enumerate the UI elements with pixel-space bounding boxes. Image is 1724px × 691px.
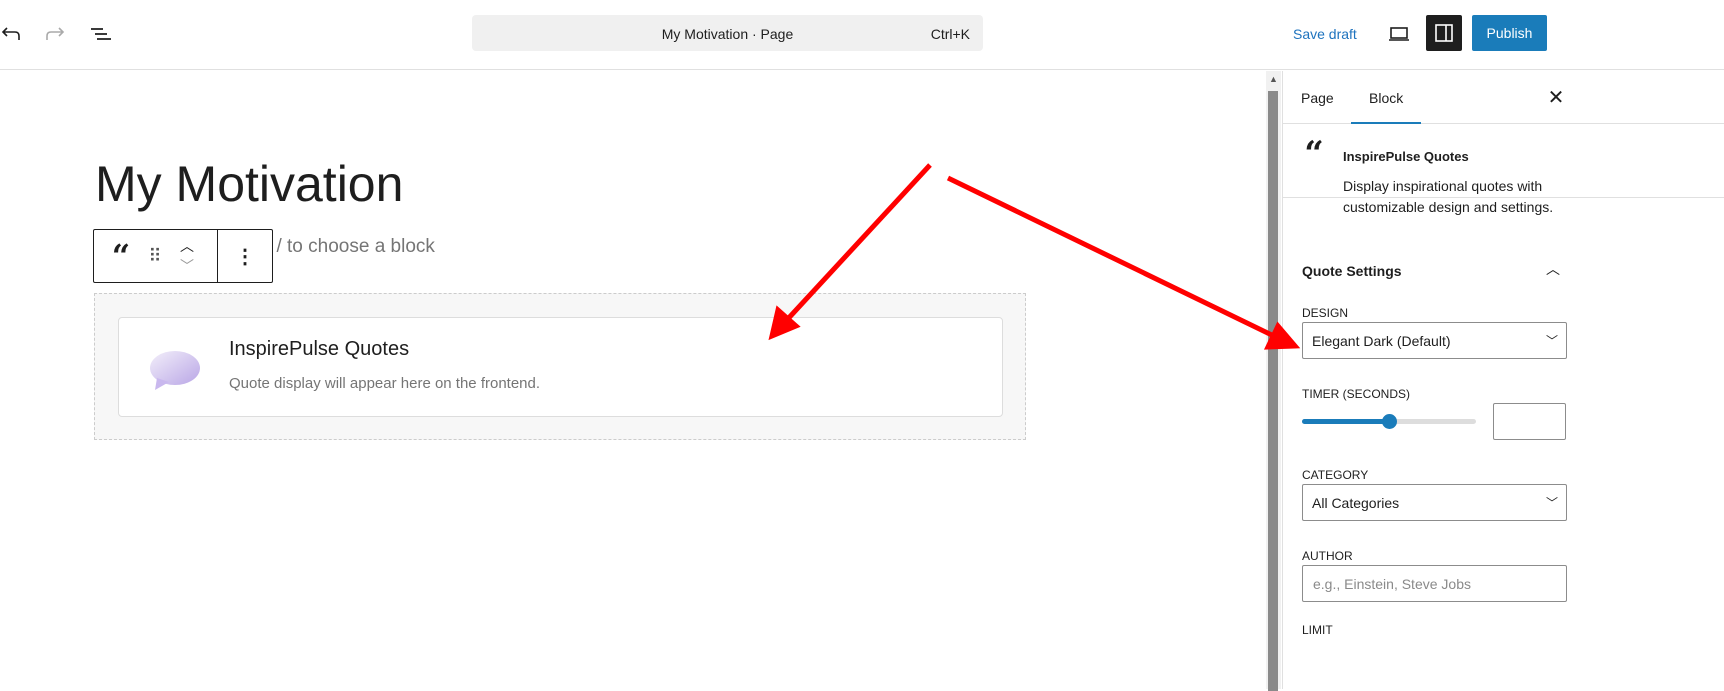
slider-thumb[interactable] xyxy=(1382,414,1397,429)
category-select[interactable]: All Categories ﹀ xyxy=(1302,484,1567,521)
divider xyxy=(217,230,218,282)
save-draft-button[interactable]: Save draft xyxy=(1293,26,1357,42)
more-options-icon[interactable]: ⋮ xyxy=(234,244,256,268)
inspirepulse-block[interactable]: InspirePulse Quotes Quote display will a… xyxy=(94,293,1026,440)
chevron-down-icon: ﹀ xyxy=(1545,334,1558,348)
timer-slider[interactable] xyxy=(1302,414,1476,429)
document-overview-icon[interactable] xyxy=(88,22,114,46)
design-select[interactable]: Elegant Dark (Default) ﹀ xyxy=(1302,322,1567,359)
move-up-icon[interactable]: ︿ xyxy=(176,236,198,256)
section-title[interactable]: Quote Settings xyxy=(1302,263,1402,279)
limit-label: LIMIT xyxy=(1302,623,1333,637)
block-name: InspirePulse Quotes xyxy=(1343,149,1469,164)
block-toolbar: “ ⠿ ︿ ﹀ ⋮ xyxy=(93,229,273,283)
block-description: Display inspirational quotes with custom… xyxy=(1343,178,1554,215)
undo-icon[interactable] xyxy=(0,22,22,46)
shortcut-hint: Ctrl+K xyxy=(930,26,970,42)
top-toolbar: My Motivation · Page Ctrl+K Save draft P… xyxy=(0,0,1724,70)
sidebar-icon xyxy=(1435,24,1453,42)
scroll-up-icon[interactable]: ▲ xyxy=(1269,74,1278,84)
drag-handle-icon[interactable]: ⠿ xyxy=(144,244,166,268)
publish-button[interactable]: Publish xyxy=(1472,15,1547,51)
category-value: All Categories xyxy=(1312,495,1400,511)
preview-device-icon[interactable] xyxy=(1386,22,1412,46)
category-label: CATEGORY xyxy=(1302,468,1369,482)
document-title: My Motivation · Page xyxy=(661,26,794,42)
timer-input[interactable] xyxy=(1493,403,1566,440)
settings-panel-toggle[interactable] xyxy=(1426,15,1462,51)
redo-icon[interactable] xyxy=(44,22,66,46)
command-palette[interactable]: My Motivation · Page Ctrl+K xyxy=(472,15,983,51)
speech-bubble-icon xyxy=(150,351,200,390)
author-label: AUTHOR xyxy=(1302,549,1353,563)
quote-icon: “ xyxy=(1304,134,1324,174)
chevron-up-icon[interactable]: ︿ xyxy=(1545,259,1561,279)
block-card: “ InspirePulse Quotes Display inspiratio… xyxy=(1283,71,1724,215)
block-description: Quote display will appear here on the fr… xyxy=(229,375,541,392)
move-down-icon[interactable]: ﹀ xyxy=(176,256,198,276)
chevron-down-icon: ﹀ xyxy=(1545,496,1558,510)
slider-fill xyxy=(1302,419,1389,424)
design-label: DESIGN xyxy=(1302,306,1349,320)
timer-label: TIMER (SECONDS) xyxy=(1302,387,1410,401)
block-title: InspirePulse Quotes xyxy=(229,338,410,360)
author-placeholder: e.g., Einstein, Steve Jobs xyxy=(1313,576,1471,592)
editor-canvas: My Motivation Type / to choose a block “… xyxy=(0,71,1266,689)
quote-block-icon[interactable]: “ xyxy=(106,237,136,275)
canvas-scrollbar[interactable]: ▲ xyxy=(1266,71,1281,691)
design-value: Elegant Dark (Default) xyxy=(1312,333,1451,349)
block-preview-card: InspirePulse Quotes Quote display will a… xyxy=(118,317,1003,417)
author-input[interactable]: e.g., Einstein, Steve Jobs xyxy=(1302,565,1567,602)
settings-sidebar: Page Block ✕ “ InspirePulse Quotes Displ… xyxy=(1282,71,1724,689)
page-title[interactable]: My Motivation xyxy=(95,155,403,213)
quote-settings-panel: Quote Settings ︿ DESIGN Elegant Dark (De… xyxy=(1283,251,1724,689)
scrollbar-thumb[interactable] xyxy=(1268,91,1278,691)
